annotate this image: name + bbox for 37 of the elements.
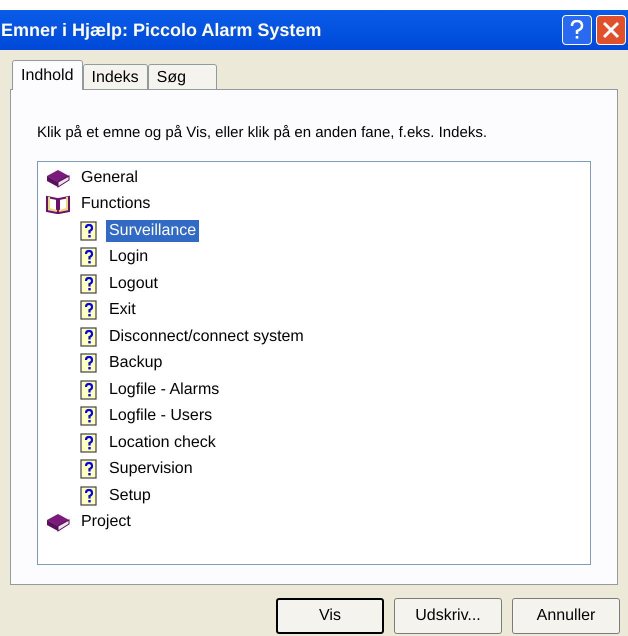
tree-item[interactable]: Logout <box>106 272 161 295</box>
dialog-button[interactable]: Annuller <box>512 598 620 634</box>
tree-item[interactable]: Logfile - Alarms <box>106 378 222 401</box>
help-page-icon <box>80 459 98 480</box>
tree-item[interactable]: Surveillance <box>106 220 200 242</box>
help-page-icon <box>80 380 98 400</box>
help-page-icon <box>80 353 98 374</box>
help-page-icon <box>80 300 98 320</box>
tree-item[interactable]: Location check <box>106 432 219 454</box>
help-page-icon <box>80 247 98 268</box>
dialog-button[interactable]: Vis <box>276 598 384 634</box>
help-page-icon <box>80 326 98 347</box>
tree-item[interactable]: Project <box>78 511 134 534</box>
question-icon <box>570 20 584 40</box>
tree-item[interactable]: Exit <box>106 299 139 322</box>
tab[interactable]: Søg <box>148 64 217 90</box>
tree-item[interactable]: Login <box>106 246 152 268</box>
tab[interactable]: Indhold <box>12 60 82 90</box>
tree-item[interactable]: Backup <box>106 352 166 374</box>
close-icon <box>602 21 620 39</box>
tree-item[interactable]: Functions <box>78 193 154 216</box>
window-title: Emner i Hjælp: Piccolo Alarm System <box>1 18 322 42</box>
help-button[interactable] <box>562 15 592 45</box>
tree-item[interactable]: Setup <box>106 484 154 507</box>
help-page-icon <box>80 274 98 294</box>
close-button[interactable] <box>596 15 626 45</box>
tree-item[interactable]: Logfile - Users <box>106 405 216 428</box>
help-page-icon <box>80 406 98 426</box>
help-page-icon <box>80 486 98 506</box>
tab[interactable]: Indeks <box>82 64 148 90</box>
help-page-icon <box>80 220 98 241</box>
dialog-button[interactable]: Udskriv... <box>394 598 502 634</box>
help-page-icon <box>80 432 98 453</box>
tree-item[interactable]: General <box>78 166 141 189</box>
tree-item[interactable]: Supervision <box>106 458 196 480</box>
instruction-text: Klik på et emne og på Vis, eller klik på en anden fane, f.eks. Indeks. <box>37 123 488 143</box>
tree-item[interactable]: Disconnect/connect system <box>106 326 307 348</box>
